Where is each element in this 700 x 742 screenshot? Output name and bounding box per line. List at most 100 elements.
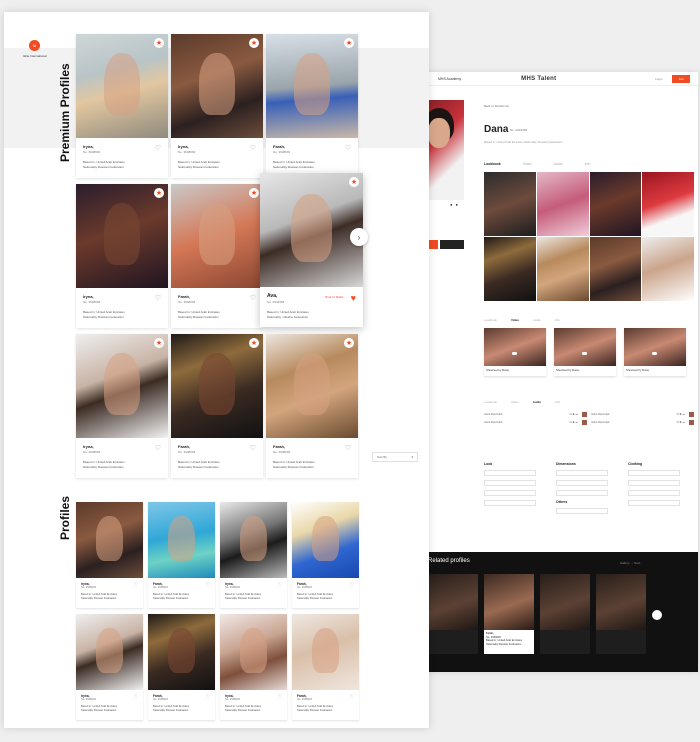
tab-audio[interactable]: Audio: [533, 400, 542, 404]
heart-icon[interactable]: ♡: [278, 694, 282, 700]
tab-info[interactable]: Info: [555, 400, 560, 404]
tab-info[interactable]: Info: [585, 162, 591, 166]
premium-card-hovered[interactable]: ★ Ava, No. 2342359 Book for Model ♥ Based in…: [260, 173, 363, 327]
heart-icon[interactable]: ♡: [155, 444, 161, 452]
tab-video[interactable]: Video: [523, 162, 532, 166]
model-meta: Based in: United Arab Emirates Nationali…: [484, 140, 563, 144]
video-card[interactable]: Showreel by Dana: [554, 328, 616, 376]
star-icon[interactable]: ★: [249, 338, 259, 348]
star-icon[interactable]: ★: [154, 188, 164, 198]
related-profiles: Related profiles Gallery → Next Farah, No…: [420, 552, 698, 672]
lookbook-photo[interactable]: [642, 172, 694, 236]
heart-icon[interactable]: ♡: [206, 694, 210, 700]
carousel-dots[interactable]: ● ●: [450, 202, 459, 207]
brand-logo[interactable]: MHS Talent: [521, 76, 556, 82]
audio-label: Voice Recorded: [484, 421, 503, 424]
heart-icon[interactable]: ♡: [206, 582, 210, 588]
back-link[interactable]: Back to Models list: [484, 104, 509, 108]
related-card[interactable]: Farah, No. 3948693 Based in: United Arab E…: [484, 574, 534, 654]
premium-card[interactable]: ★ Farah, No. 3948693 ♡ Based in: United Ara…: [266, 34, 358, 178]
heart-icon[interactable]: ♡: [350, 694, 354, 700]
star-icon[interactable]: ★: [344, 38, 354, 48]
brand-name: Elite International: [23, 54, 47, 58]
related-card[interactable]: [540, 574, 590, 654]
profile-card[interactable]: Farah, No. 3948693 ♡ Based in: United Arab …: [292, 614, 359, 720]
star-icon[interactable]: ★: [349, 177, 359, 187]
heart-icon[interactable]: ♡: [155, 294, 161, 302]
tab-lookbook[interactable]: Lookbook: [484, 318, 497, 322]
star-icon[interactable]: ★: [249, 188, 259, 198]
tab-video[interactable]: Video: [511, 400, 519, 404]
tab-audio[interactable]: Audio: [554, 162, 563, 166]
chevron-right-icon[interactable]: ›: [350, 228, 368, 246]
heart-icon[interactable]: ♡: [350, 582, 354, 588]
premium-card[interactable]: ★ Iryna, No. 3948693 ♡ Based in: United Ara…: [76, 34, 168, 178]
related-next-button[interactable]: [652, 610, 662, 620]
heart-icon[interactable]: ♡: [134, 582, 138, 588]
chevron-down-icon: ▾: [411, 455, 413, 459]
profile-card[interactable]: Iryna, No. 3948693 ♡ Based in: United Arab …: [220, 614, 287, 720]
lookbook-photo[interactable]: [589, 237, 642, 301]
lookbook-photo[interactable]: [484, 172, 536, 236]
lookbook-photo[interactable]: [589, 172, 642, 236]
heart-icon[interactable]: ♡: [278, 582, 282, 588]
tab-lookbook[interactable]: Lookbook: [484, 162, 501, 166]
premium-card[interactable]: ★ Iryna, No. 3948693 ♡ Based in: United Ara…: [76, 184, 168, 328]
profile-card[interactable]: Farah, No. 3948693 ♡ Based in: United Arab …: [292, 502, 359, 608]
premium-card[interactable]: ★ Farah, No. 3948693 ♡ Based in: United Ara…: [171, 334, 263, 478]
heart-icon[interactable]: ♡: [155, 144, 161, 152]
lookbook-grid: [484, 172, 694, 301]
related-card[interactable]: [428, 574, 478, 654]
audio-label: Voice Recorded: [484, 413, 503, 416]
sort-dropdown[interactable]: Sort By ▾: [372, 452, 418, 462]
premium-card[interactable]: ★ Iryna, No. 3948693 ♡ Based in: United Ara…: [76, 334, 168, 478]
heart-icon[interactable]: ♡: [250, 294, 256, 302]
brand-logo[interactable]: M: [29, 40, 40, 51]
related-title: Related profiles: [428, 558, 470, 564]
profile-card[interactable]: Iryna, No. 3948693 ♡ Based in: United Arab …: [76, 614, 143, 720]
tab-audio[interactable]: Audio: [533, 318, 541, 322]
tab-video[interactable]: Video: [511, 318, 519, 322]
heart-icon[interactable]: ♡: [345, 444, 351, 452]
heart-icon[interactable]: ♡: [250, 444, 256, 452]
contact-button[interactable]: [440, 240, 464, 249]
video-list: Showreel by Dana Showreel by Dana Showre…: [484, 328, 686, 376]
profiles-listing-page: M Elite International Premium Profiles ★…: [4, 12, 429, 728]
video-tabs: Lookbook Video Audio Info: [484, 318, 560, 322]
lookbook-photo[interactable]: [642, 237, 694, 301]
profile-card[interactable]: Farah, No. 3948693 ♡ Based in: United Arab …: [148, 502, 215, 608]
star-icon[interactable]: ★: [344, 338, 354, 348]
tab-info[interactable]: Info: [555, 318, 560, 322]
tab-lookbook[interactable]: Lookbook: [484, 400, 497, 404]
star-icon[interactable]: ★: [154, 38, 164, 48]
book-model-link[interactable]: Book for Model: [326, 296, 343, 299]
related-card[interactable]: [596, 574, 646, 654]
related-nav[interactable]: Gallery → Next: [620, 561, 640, 565]
heart-filled-icon[interactable]: ♥: [351, 293, 356, 303]
profile-card[interactable]: Iryna, No. 3948693 ♡ Based in: United Arab …: [76, 502, 143, 608]
model-number: No. 2019384: [510, 128, 528, 132]
lookbook-photo[interactable]: [536, 172, 589, 236]
lookbook-photo[interactable]: [536, 237, 589, 301]
video-card[interactable]: Showreel by Dana: [624, 328, 686, 376]
audio-list: Voice Recorded ⏮ ▶ ⏭ Voice Recorded ⏮ ▶ ⏭ V…: [484, 412, 694, 428]
heart-icon[interactable]: ♡: [134, 694, 138, 700]
premium-profiles-title: Premium Profiles: [58, 63, 72, 162]
join-button[interactable]: Join: [672, 74, 690, 83]
profile-card[interactable]: Iryna, No. 3948693 ♡ Based in: United Arab …: [220, 502, 287, 608]
nav-item-academy[interactable]: MHS Academy: [438, 77, 461, 81]
heart-icon[interactable]: ♡: [345, 144, 351, 152]
heart-icon[interactable]: ♡: [250, 144, 256, 152]
premium-card[interactable]: ★ Farah, No. 3948693 ♡ Based in: United Ara…: [266, 334, 358, 478]
video-card[interactable]: Showreel by Dana: [484, 328, 546, 376]
star-icon[interactable]: ★: [249, 38, 259, 48]
profiles-title: Profiles: [58, 495, 72, 540]
premium-card[interactable]: ★ Farah, No. 3948693 ♡ Based in: United Ara…: [171, 184, 263, 328]
login-link[interactable]: Login: [655, 77, 662, 81]
model-name: Dana: [484, 124, 509, 135]
lookbook-photo[interactable]: [484, 237, 536, 301]
stats-panel: Look Dimensions Others Clothing: [484, 462, 694, 518]
star-icon[interactable]: ★: [154, 338, 164, 348]
profile-card[interactable]: Farah, No. 3948693 ♡ Based in: United Arab …: [148, 614, 215, 720]
premium-card[interactable]: ★ Iryna, No. 3948693 ♡ Based in: United Ara…: [171, 34, 263, 178]
